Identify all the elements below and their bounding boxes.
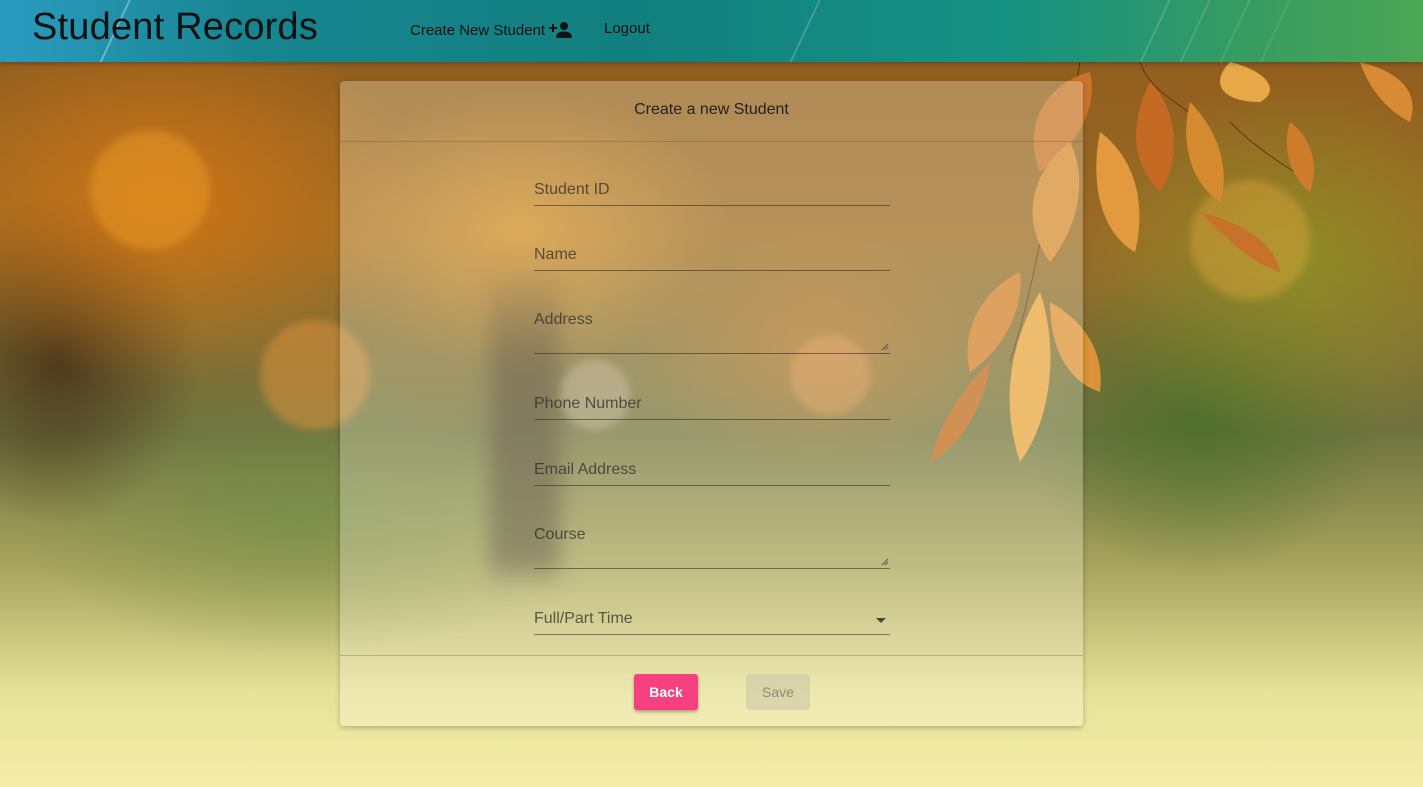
app-title: Student Records xyxy=(32,6,319,48)
student-id-field[interactable]: Student ID xyxy=(534,171,890,206)
person-add-icon xyxy=(549,22,573,38)
course-textarea[interactable]: Course xyxy=(534,516,890,569)
background-bokeh xyxy=(1190,180,1310,300)
app-header: Student Records Create New Student Logou… xyxy=(0,0,1423,62)
resize-handle-icon[interactable] xyxy=(881,343,889,351)
page-background: Student Records Create New Student Logou… xyxy=(0,0,1423,787)
logout-link[interactable]: Logout xyxy=(604,20,650,37)
create-student-card: Create a new Student Student ID Name Add… xyxy=(340,81,1083,726)
name-label: Name xyxy=(534,246,577,263)
background-bokeh xyxy=(90,130,210,250)
create-new-student-link[interactable]: Create New Student xyxy=(410,20,573,40)
address-textarea[interactable]: Address xyxy=(534,301,890,354)
address-label: Address xyxy=(534,311,593,328)
student-id-label: Student ID xyxy=(534,181,610,198)
resize-handle-icon[interactable] xyxy=(881,558,889,566)
header-decoration xyxy=(1122,0,1180,62)
back-button[interactable]: Back xyxy=(634,674,698,710)
name-field[interactable]: Name xyxy=(534,236,890,271)
dropdown-arrow-icon xyxy=(876,618,886,623)
course-label: Course xyxy=(534,526,586,543)
email-address-field[interactable]: Email Address xyxy=(534,451,890,486)
save-button[interactable]: Save xyxy=(746,674,810,710)
email-address-label: Email Address xyxy=(534,461,637,478)
card-actions: Back Save xyxy=(340,655,1083,726)
card-title: Create a new Student xyxy=(340,81,1083,142)
create-new-student-label: Create New Student xyxy=(410,21,546,39)
header-decoration xyxy=(1202,0,1260,62)
full-part-time-select[interactable]: Full/Part Time xyxy=(534,600,890,635)
phone-number-field[interactable]: Phone Number xyxy=(534,385,890,420)
header-decoration xyxy=(1242,0,1300,62)
phone-number-label: Phone Number xyxy=(534,395,642,412)
header-decoration xyxy=(1162,0,1220,62)
full-part-time-label: Full/Part Time xyxy=(534,610,633,627)
header-decoration xyxy=(772,0,830,62)
